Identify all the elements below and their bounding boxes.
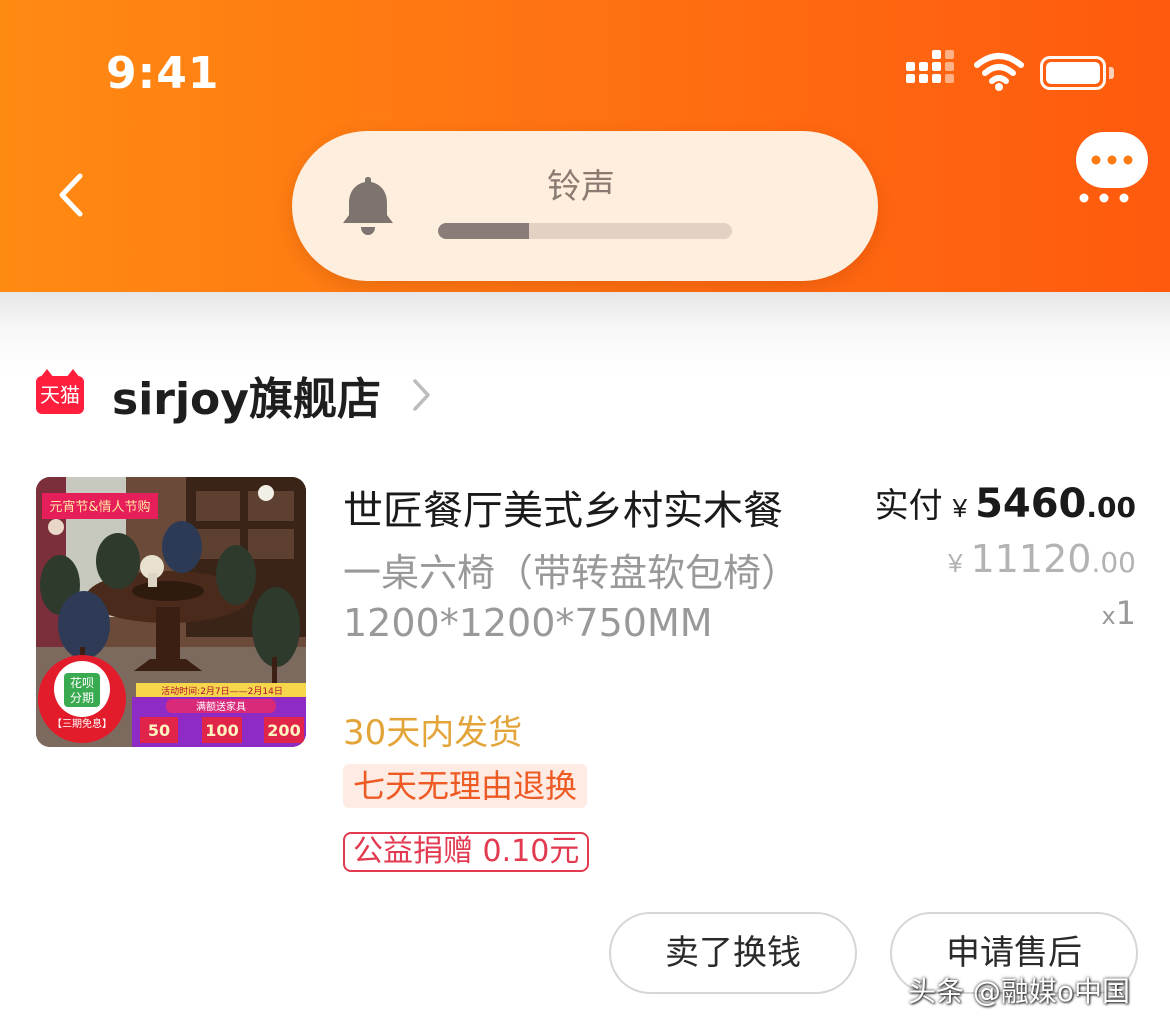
sell-button[interactable]: 卖了换钱: [609, 912, 857, 994]
ringer-label: 铃声: [547, 167, 615, 207]
thumb-gift-1: 50: [148, 721, 170, 740]
product-spec: 一桌六椅（带转盘软包椅）1200*1200*750MM: [343, 551, 800, 645]
paid-price: 实付 ¥ 5460 .00: [875, 478, 1136, 527]
original-price-currency: ¥: [948, 548, 963, 578]
thumb-huabei-note: 【三期免息】: [52, 717, 112, 730]
quantity-value: 1: [1115, 594, 1136, 632]
store-name: sirjoy旗舰店: [112, 374, 381, 425]
thumb-gift-2: 100: [205, 721, 238, 740]
tmall-logo-icon: 天猫: [36, 369, 84, 414]
shipping-time: 30天内发货: [343, 713, 523, 753]
original-price-decimal: .00: [1091, 546, 1136, 579]
ringer-volume-hud: 铃声: [292, 131, 878, 281]
product-thumbnail[interactable]: 元宵节&情人节购 花呗 分期 【三期免息】 活动时间:2月7日——2月14日 满…: [36, 477, 306, 747]
paid-price-label: 实付: [874, 486, 943, 526]
paid-price-decimal: .00: [1086, 491, 1136, 524]
charity-badge: 公益捐赠 0.10元: [343, 832, 590, 872]
return-policy-badge: 七天无理由退换: [343, 764, 588, 808]
wifi-icon: [974, 53, 1024, 91]
paid-price-integer: 5460: [975, 481, 1087, 527]
chat-more-icon[interactable]: [1074, 130, 1150, 206]
thumb-banner-text: 元宵节&情人节购: [49, 499, 150, 515]
back-chevron-icon[interactable]: [44, 160, 100, 230]
product-title[interactable]: 世匠餐厅美式乡村实木餐: [343, 478, 783, 536]
thumb-huabei-2: 分期: [70, 691, 94, 705]
bell-icon: [343, 177, 393, 235]
signal-icon: [906, 50, 958, 92]
thumb-huabei-1: 花呗: [70, 675, 94, 690]
thumb-gift-3: 200: [267, 721, 300, 740]
quantity: x1: [1101, 594, 1136, 632]
store-link[interactable]: 天猫 sirjoy旗舰店: [36, 360, 433, 430]
ringer-volume-bar: [438, 223, 732, 239]
thumb-promo: 满额送家具: [196, 700, 246, 713]
watermark: 头条 @融媒o中国: [908, 975, 1131, 1008]
paid-price-currency: ¥: [952, 493, 968, 523]
status-time: 9:41: [106, 48, 220, 99]
thumb-event-dates: 活动时间:2月7日——2月14日: [161, 685, 283, 697]
original-price-integer: 11120: [970, 537, 1092, 581]
battery-icon: [1040, 56, 1114, 90]
header: 9:41 铃声: [0, 0, 1170, 292]
ringer-volume-fill: [438, 223, 530, 239]
chevron-right-icon: [413, 379, 430, 411]
original-price: ¥ 11120 .00: [948, 537, 1136, 581]
quantity-prefix: x: [1101, 602, 1116, 630]
